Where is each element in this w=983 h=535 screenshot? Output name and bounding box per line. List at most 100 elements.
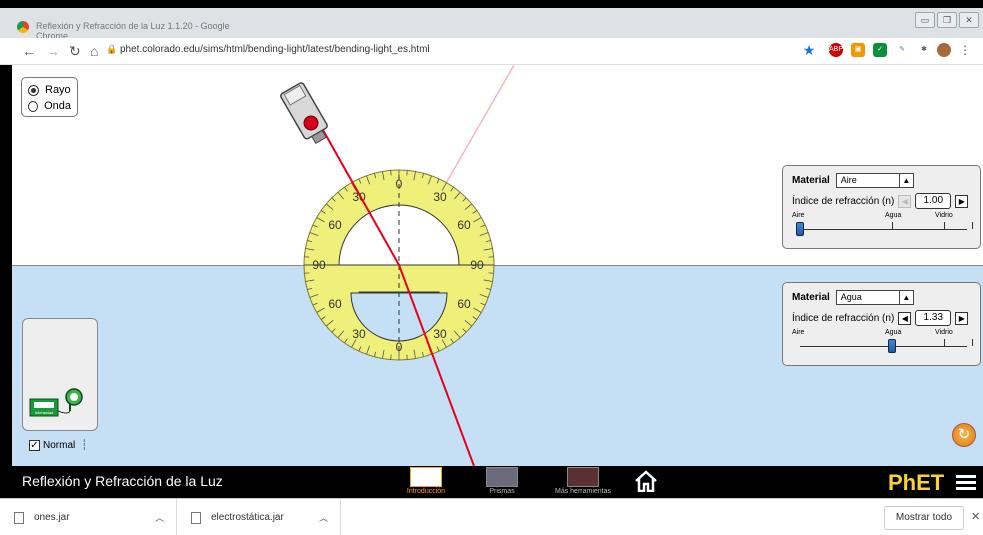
decrease-index-button[interactable]: ◀	[898, 194, 912, 208]
dropdown-arrow-icon[interactable]: ▲	[898, 290, 913, 304]
protractor-label: 30	[433, 327, 447, 341]
wave-label: Onda	[44, 100, 71, 112]
chrome-icon	[17, 21, 29, 33]
intensity-meter-icon[interactable]: Intensidad	[23, 319, 99, 432]
home-browser-icon[interactable]: ⌂	[90, 43, 98, 59]
tab-label: Introducción	[406, 488, 446, 495]
normal-label: Normal	[43, 440, 76, 451]
scale-label: Vidrio	[935, 212, 953, 219]
bookmark-star-icon[interactable]: ★	[802, 43, 816, 57]
download-item[interactable]: electrostática.jar ︿	[177, 499, 341, 535]
protractor-label: 60	[457, 218, 471, 232]
scale-label: Aire	[792, 212, 805, 219]
normal-dash-icon: ┆	[81, 440, 88, 451]
window-controls: ▭ ❐ ✕	[915, 12, 979, 28]
top-material-select[interactable]: Aire ▲	[835, 172, 914, 188]
scale-label: Aire	[792, 329, 805, 336]
profile-avatar-icon[interactable]	[937, 43, 951, 57]
close-icon[interactable]: ✕	[971, 510, 980, 523]
protractor-label: 60	[457, 297, 471, 311]
tab-label: Prismas	[489, 488, 515, 495]
slider-knob[interactable]	[888, 339, 896, 353]
home-icon[interactable]	[634, 470, 658, 492]
protractor-label: 60	[328, 297, 342, 311]
material-label: Material	[792, 291, 830, 303]
reset-all-button[interactable]: ↻	[952, 423, 976, 447]
prisms-thumbnail-icon	[486, 467, 518, 487]
laser-pointer[interactable]	[280, 82, 333, 147]
minimize-icon[interactable]: ▭	[915, 12, 935, 28]
tab-prisms[interactable]: Prismas	[474, 466, 530, 498]
index-label: Índice de refracción (n)	[792, 195, 895, 207]
scale-label: Agua	[885, 212, 902, 219]
adblock-icon[interactable]: ABP	[829, 43, 843, 57]
index-slider[interactable]	[792, 339, 973, 353]
bottom-material-panel: Material Agua ▲ Índice de refracción (n)…	[782, 282, 981, 366]
wave-option[interactable]: Onda	[28, 98, 71, 114]
increase-index-button[interactable]: ▶	[955, 311, 969, 325]
index-value: 1.00	[915, 193, 952, 209]
extension-feather-icon[interactable]: ✎	[895, 43, 909, 57]
simulation-area: 0 30 30 60 60 90 90 60 60 30 30 0	[12, 65, 983, 466]
bottom-material-select[interactable]: Agua ▲	[835, 289, 914, 305]
index-slider[interactable]	[792, 222, 973, 236]
tab-label: Más herramientas	[554, 488, 612, 495]
reload-icon[interactable]: ↻	[69, 43, 81, 60]
extension-green-icon[interactable]: ✓	[873, 43, 887, 57]
tab-introduction[interactable]: Introducción	[398, 466, 454, 498]
normal-checkbox[interactable]: ✓	[29, 440, 40, 451]
download-shelf: ones.jar ︿ electrostática.jar ︿ Mostrar …	[0, 498, 983, 535]
increase-index-button[interactable]: ▶	[955, 194, 969, 208]
top-material-value: Aire	[840, 174, 857, 185]
lock-icon[interactable]: 🔒	[106, 44, 117, 55]
decrease-index-button[interactable]: ◀	[898, 311, 912, 325]
wave-radio[interactable]	[28, 100, 39, 112]
chevron-up-icon[interactable]: ︿	[319, 511, 328, 524]
download-filename: electrostática.jar	[211, 512, 284, 523]
show-all-button[interactable]: Mostrar todo	[884, 506, 964, 530]
close-window-icon[interactable]: ✕	[959, 12, 979, 28]
protractor-label: 30	[433, 190, 447, 204]
browser-tab[interactable]: Reflexión y Refracción de la Luz 1.1.20 …	[4, 12, 254, 41]
restore-icon[interactable]: ❐	[937, 12, 957, 28]
menu-icon[interactable]	[956, 475, 976, 491]
material-label: Material	[792, 174, 830, 186]
bottom-material-value: Agua	[840, 291, 862, 302]
intro-thumbnail-icon	[410, 467, 442, 487]
more-tools-thumbnail-icon	[567, 467, 599, 487]
optics-scene: 0 30 30 60 60 90 90 60 60 30 30 0	[280, 65, 515, 466]
address-bar[interactable]: phet.colorado.edu/sims/html/bending-ligh…	[120, 44, 430, 55]
sim-navbar: Reflexión y Refracción de la Luz Introdu…	[12, 466, 983, 498]
ray-option[interactable]: Rayo	[28, 82, 71, 98]
protractor-label: 30	[352, 327, 366, 341]
download-filename: ones.jar	[34, 512, 70, 523]
extensions-puzzle-icon[interactable]: ✱	[917, 43, 931, 57]
view-mode-panel: Rayo Onda	[21, 77, 78, 117]
toolbox: Intensidad	[22, 318, 98, 431]
scale-label: Agua	[885, 329, 902, 336]
browser-toolbar: ← → ↻ ⌂ 🔒 phet.colorado.edu/sims/html/be…	[0, 38, 983, 65]
ray-label: Rayo	[45, 84, 71, 96]
intensity-meter-label: Intensidad	[35, 410, 53, 415]
phet-logo[interactable]: PhET	[888, 470, 944, 496]
protractor-label: 90	[312, 258, 326, 272]
download-item[interactable]: ones.jar ︿	[0, 499, 177, 535]
dropdown-arrow-icon[interactable]: ▲	[898, 173, 913, 187]
browser-titlebar: Reflexión y Refracción de la Luz 1.1.20 …	[0, 8, 983, 41]
sim-title: Reflexión y Refracción de la Luz	[22, 473, 223, 489]
protractor-label: 90	[470, 258, 484, 272]
index-value: 1.33	[915, 310, 952, 326]
normal-toggle[interactable]: ✓ Normal ┆	[29, 440, 87, 451]
file-icon	[14, 511, 24, 524]
slider-knob[interactable]	[796, 222, 804, 236]
index-label: Índice de refracción (n)	[792, 312, 895, 324]
back-icon[interactable]: ←	[22, 43, 36, 59]
chrome-menu-icon[interactable]: ⋮	[958, 43, 972, 57]
extension-orange-icon[interactable]: ▣	[851, 43, 865, 57]
tab-more-tools[interactable]: Más herramientas	[546, 466, 620, 498]
ray-radio[interactable]	[28, 84, 39, 96]
top-material-panel: Material Aire ▲ Índice de refracción (n)…	[782, 165, 981, 249]
scale-label: Vidrio	[935, 329, 953, 336]
chevron-up-icon[interactable]: ︿	[155, 511, 164, 524]
forward-icon[interactable]: →	[46, 43, 60, 59]
